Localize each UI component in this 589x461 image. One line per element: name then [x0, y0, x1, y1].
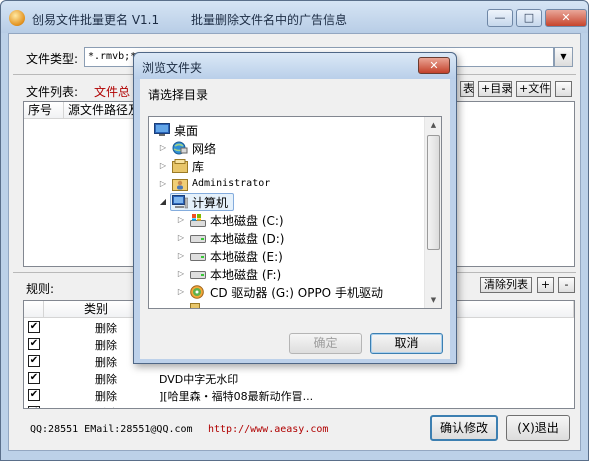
rule-type: 删除 — [95, 322, 117, 335]
rule-content: ][哈里森・福特08最新动作冒... — [159, 390, 314, 403]
window-title: 创易文件批量更名 V1.1 — [32, 13, 160, 27]
rule-type: 删除 — [95, 339, 117, 352]
drive-icon — [190, 253, 206, 261]
system-drive-icon — [190, 214, 206, 227]
tree-item-label: 本地磁盘 (E:) — [210, 250, 283, 264]
rule-checkbox[interactable]: ✔ — [28, 338, 40, 350]
scrollbar-thumb[interactable] — [427, 135, 440, 250]
browse-folder-dialog: 浏览文件夹 ✕ 请选择目录 桌面 ▷ 网络 ▷ 库 ▷ Administrato… — [133, 52, 457, 364]
rule-row[interactable]: ✔ 删除 DVD中字无水印 — [24, 370, 574, 387]
rules-label: 规则: — [26, 282, 55, 296]
dialog-body: 请选择目录 桌面 ▷ 网络 ▷ 库 ▷ Administrator ◢ 计算机 … — [140, 79, 450, 359]
rule-checkbox[interactable]: ✔ — [28, 389, 40, 401]
expand-arrow-icon[interactable]: ▷ — [176, 233, 186, 242]
drive-icon — [190, 235, 206, 243]
tree-scrollbar[interactable]: ▲ ▼ — [424, 117, 441, 308]
rule-row[interactable]: ✔ 删除 — [24, 404, 574, 408]
tree-item-drive-e[interactable]: ▷ 本地磁盘 (E:) — [152, 247, 422, 265]
tree-item-label: 计算机 — [192, 196, 229, 210]
rule-checkbox[interactable]: ✔ — [28, 355, 40, 367]
column-header-check[interactable] — [24, 301, 44, 318]
partial-folder-icon — [190, 303, 200, 308]
tree-item-network[interactable]: ▷ 网络 — [152, 139, 422, 157]
add-file-button[interactable]: +文件 — [516, 81, 551, 97]
computer-icon — [172, 195, 188, 209]
expand-arrow-icon[interactable]: ▷ — [158, 179, 168, 188]
tree-item-label: 库 — [192, 160, 205, 174]
tree-item-label: Administrator — [192, 178, 271, 189]
tree-item-computer[interactable]: ◢ 计算机 — [152, 193, 422, 211]
clear-rules-button[interactable]: 清除列表 — [480, 277, 532, 293]
collapse-arrow-icon[interactable]: ◢ — [158, 197, 168, 206]
close-button[interactable]: ✕ — [545, 9, 587, 27]
minimize-button[interactable]: — — [487, 9, 513, 27]
tree-item-label: 网络 — [192, 142, 217, 156]
rule-row[interactable]: ✔ 删除 ][哈里森・福特08最新动作冒... — [24, 387, 574, 404]
rule-type: 删除 — [95, 356, 117, 369]
tree-item-drive-c[interactable]: ▷ 本地磁盘 (C:) — [152, 211, 422, 229]
dialog-title-bar[interactable]: 浏览文件夹 ✕ — [134, 53, 456, 79]
tree-item-drive-d[interactable]: ▷ 本地磁盘 (D:) — [152, 229, 422, 247]
expand-arrow-icon[interactable]: ▷ — [176, 251, 186, 260]
scroll-up-icon[interactable]: ▲ — [425, 117, 441, 133]
dialog-prompt: 请选择目录 — [148, 88, 209, 102]
rule-type: 删除 — [95, 405, 117, 408]
dialog-title: 浏览文件夹 — [142, 61, 203, 75]
filelist-label: 文件列表: — [26, 85, 79, 99]
rule-checkbox[interactable]: ✔ — [28, 372, 40, 384]
desktop-icon — [154, 123, 170, 136]
website-link[interactable]: http://www.aeasy.com — [208, 424, 328, 435]
tree-item-administrator[interactable]: ▷ Administrator — [152, 175, 422, 193]
expand-arrow-icon[interactable]: ▷ — [176, 215, 186, 224]
expand-arrow-icon[interactable]: ▷ — [158, 161, 168, 170]
tree-item-desktop[interactable]: 桌面 — [152, 121, 422, 139]
tree-item-drive-g[interactable]: ▷ CD 驱动器 (G:) OPPO 手机驱动 — [152, 283, 422, 301]
expand-arrow-icon[interactable]: ▷ — [176, 269, 186, 278]
rule-checkbox[interactable]: ✔ — [28, 406, 40, 408]
window-subtitle: 批量删除文件名中的广告信息 — [191, 13, 348, 27]
scroll-down-icon[interactable]: ▼ — [425, 292, 441, 308]
add-rule-button[interactable]: + — [537, 277, 554, 293]
filetype-label: 文件类型: — [26, 52, 79, 66]
rule-checkbox[interactable]: ✔ — [28, 321, 40, 333]
exit-button[interactable]: (X)退出 — [506, 415, 570, 441]
dialog-close-button[interactable]: ✕ — [418, 57, 450, 74]
network-icon — [172, 141, 188, 155]
cancel-button[interactable]: 取消 — [370, 333, 443, 354]
tree-item-label: 本地磁盘 (D:) — [210, 232, 285, 246]
rule-content: DVD中字无水印 — [159, 373, 239, 386]
maximize-button[interactable]: □ — [516, 9, 542, 27]
drive-icon — [190, 271, 206, 279]
tree-item-library[interactable]: ▷ 库 — [152, 157, 422, 175]
ok-button[interactable]: 确定 — [289, 333, 362, 354]
tree-item-label: 本地磁盘 (C:) — [210, 214, 284, 228]
column-header-index[interactable]: 序号 — [24, 102, 64, 119]
filetype-dropdown-button[interactable]: ▼ — [554, 47, 573, 67]
expand-arrow-icon[interactable]: ▷ — [176, 287, 186, 296]
expand-arrow-icon[interactable]: ▷ — [158, 143, 168, 152]
tree-item-label: 本地磁盘 (F:) — [210, 268, 282, 282]
folder-tree[interactable]: 桌面 ▷ 网络 ▷ 库 ▷ Administrator ◢ 计算机 ▷ 本地磁盘… — [148, 116, 442, 309]
tree-item-label: 桌面 — [174, 124, 199, 138]
tree-item-drive-f[interactable]: ▷ 本地磁盘 (F:) — [152, 265, 422, 283]
contact-info: QQ:28551 EMail:28551@QQ.com — [30, 424, 193, 435]
column-header-type[interactable]: 类别 — [44, 301, 139, 318]
confirm-modify-button[interactable]: 确认修改 — [430, 415, 498, 441]
user-folder-icon — [172, 179, 188, 191]
app-logo-icon — [9, 10, 25, 26]
add-directory-button[interactable]: +目录 — [478, 81, 512, 97]
rule-type: 删除 — [95, 373, 117, 386]
remove-rule-button[interactable]: - — [558, 277, 575, 293]
filelist-summary: 文件总 — [94, 85, 131, 99]
tree-item-label: CD 驱动器 (G:) OPPO 手机驱动 — [210, 286, 383, 300]
library-icon — [172, 159, 188, 173]
remove-file-button[interactable]: - — [555, 81, 572, 97]
cd-drive-icon — [190, 285, 204, 299]
title-bar[interactable]: 创易文件批量更名 V1.1 批量删除文件名中的广告信息 — □ ✕ — [1, 1, 588, 33]
rule-type: 删除 — [95, 390, 117, 403]
clear-files-button[interactable]: 表 — [460, 81, 474, 97]
